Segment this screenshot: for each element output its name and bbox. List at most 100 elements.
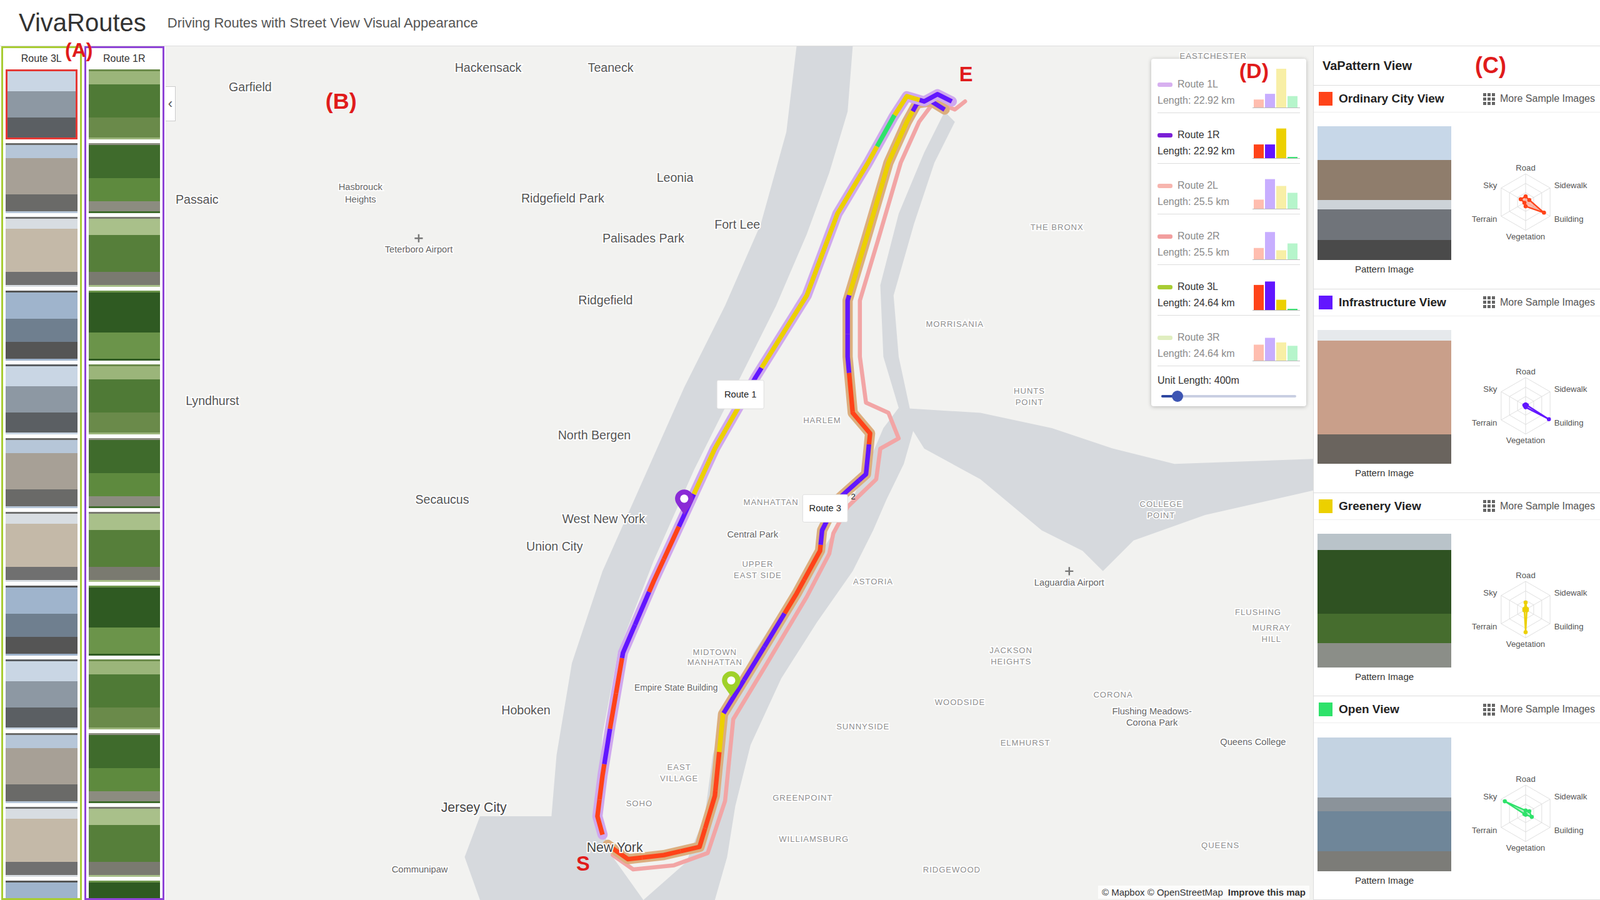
route-segment[interactable] bbox=[894, 96, 920, 115]
street-view-thumbnail[interactable] bbox=[5, 143, 78, 214]
route-segment[interactable] bbox=[784, 579, 804, 614]
more-sample-images-button[interactable]: More Sample Images bbox=[1483, 703, 1595, 716]
route-segment[interactable] bbox=[641, 851, 681, 858]
street-view-thumbnail[interactable] bbox=[5, 585, 78, 656]
route-segment[interactable] bbox=[693, 461, 709, 495]
route-segment[interactable] bbox=[849, 258, 861, 296]
street-view-thumbnail[interactable] bbox=[5, 659, 78, 730]
street-view-thumbnail[interactable] bbox=[88, 438, 161, 509]
street-view-thumbnail[interactable] bbox=[88, 733, 161, 804]
route-segment[interactable] bbox=[871, 183, 883, 221]
improve-map-link[interactable]: Improve this map bbox=[1228, 886, 1306, 898]
route-outline[interactable] bbox=[597, 94, 952, 835]
street-view-thumbnail[interactable] bbox=[88, 806, 161, 877]
route-segment[interactable] bbox=[919, 94, 952, 102]
route-segment[interactable] bbox=[649, 559, 665, 592]
route-label[interactable]: Route 3 bbox=[802, 494, 848, 522]
street-view-thumbnail[interactable] bbox=[5, 290, 78, 361]
route-label[interactable]: Route 1 bbox=[716, 380, 764, 409]
pattern-image[interactable] bbox=[1317, 330, 1452, 464]
street-view-thumbnail[interactable] bbox=[5, 733, 78, 804]
route-image-column: Route 3L bbox=[1, 46, 82, 900]
route-segment[interactable] bbox=[604, 728, 610, 765]
legend-entry[interactable]: Route 2RLength: 25.5 km bbox=[1157, 214, 1300, 265]
route-segment[interactable] bbox=[715, 751, 720, 791]
legend-entry[interactable]: Route 1LLength: 22.92 km bbox=[1157, 62, 1300, 114]
route-outline[interactable] bbox=[607, 101, 945, 859]
street-view-thumbnail[interactable] bbox=[5, 511, 78, 582]
annotation-label: S bbox=[576, 851, 590, 875]
route-segment[interactable] bbox=[761, 337, 780, 369]
street-view-thumbnail[interactable] bbox=[88, 143, 161, 214]
route-label[interactable]: 2 bbox=[851, 491, 856, 502]
map-pin-icon[interactable] bbox=[675, 489, 694, 515]
route-segment[interactable] bbox=[719, 713, 724, 752]
route-segment[interactable] bbox=[610, 693, 617, 729]
street-view-thumbnail[interactable] bbox=[88, 659, 161, 730]
route-segment[interactable] bbox=[859, 146, 878, 178]
pattern-bar bbox=[1265, 144, 1275, 159]
radar-axis-label: Road bbox=[1515, 163, 1536, 174]
route-segment[interactable] bbox=[635, 591, 650, 625]
route-segment[interactable] bbox=[859, 444, 870, 480]
street-view-thumbnail[interactable] bbox=[5, 69, 78, 140]
route-segment[interactable] bbox=[814, 241, 827, 275]
route-segment[interactable] bbox=[840, 177, 859, 209]
map-view[interactable]: GarfieldHackensackTeaneckPassaicHasbrouc… bbox=[165, 46, 1314, 900]
collapse-button[interactable]: ‹ bbox=[165, 86, 176, 122]
legend-entry[interactable]: Route 3LLength: 24.64 km bbox=[1157, 265, 1300, 316]
route-segment[interactable] bbox=[849, 373, 854, 412]
route-segment[interactable] bbox=[826, 208, 841, 242]
street-view-thumbnail[interactable] bbox=[88, 216, 161, 287]
route-segment[interactable] bbox=[708, 430, 726, 462]
route-segment[interactable] bbox=[876, 115, 895, 147]
svg-text:Route 1: Route 1 bbox=[724, 389, 757, 400]
unit-length-slider[interactable] bbox=[1161, 395, 1297, 398]
map-label: West New York bbox=[561, 511, 645, 526]
street-view-thumbnail[interactable] bbox=[5, 438, 78, 509]
route-segment[interactable] bbox=[599, 764, 605, 800]
legend-entry[interactable]: Route 1RLength: 22.92 km bbox=[1157, 113, 1300, 164]
route-segment[interactable] bbox=[882, 146, 896, 184]
route-segment[interactable] bbox=[616, 658, 623, 694]
route-outline[interactable] bbox=[612, 101, 965, 870]
route-segment[interactable] bbox=[780, 306, 800, 338]
pattern-bar bbox=[1287, 243, 1298, 260]
street-view-thumbnail[interactable] bbox=[88, 69, 161, 140]
route-segment[interactable] bbox=[860, 220, 872, 259]
route-segment[interactable] bbox=[852, 411, 870, 445]
route-segment[interactable] bbox=[847, 295, 850, 334]
street-view-thumbnail[interactable] bbox=[5, 216, 78, 287]
street-view-thumbnail[interactable] bbox=[88, 585, 161, 656]
more-sample-images-button[interactable]: More Sample Images bbox=[1483, 93, 1595, 105]
map-pin-icon[interactable] bbox=[721, 671, 740, 697]
street-view-thumbnail[interactable] bbox=[88, 880, 161, 900]
route-segment[interactable] bbox=[804, 545, 821, 580]
slider-handle[interactable] bbox=[1171, 390, 1184, 402]
pattern-image[interactable] bbox=[1317, 533, 1452, 668]
route-segment[interactable] bbox=[705, 790, 715, 829]
route-segment[interactable] bbox=[680, 828, 705, 852]
route-segment[interactable] bbox=[799, 275, 815, 308]
more-sample-images-button[interactable]: More Sample Images bbox=[1483, 500, 1595, 512]
street-view-thumbnail[interactable] bbox=[5, 364, 78, 435]
pattern-image[interactable] bbox=[1317, 126, 1452, 260]
route-segment[interactable] bbox=[663, 526, 679, 560]
pattern-image[interactable] bbox=[1317, 737, 1452, 872]
route-segment[interactable] bbox=[743, 646, 765, 680]
more-sample-images-button[interactable]: More Sample Images bbox=[1483, 296, 1595, 309]
map-canvas[interactable]: GarfieldHackensackTeaneckPassaicHasbrouc… bbox=[165, 46, 1314, 900]
route-segment[interactable] bbox=[621, 625, 635, 659]
street-view-thumbnail[interactable] bbox=[5, 806, 78, 877]
legend-entry[interactable]: Route 3RLength: 24.64 km bbox=[1157, 315, 1300, 367]
street-view-thumbnail[interactable] bbox=[88, 364, 161, 435]
pattern-bar bbox=[1253, 285, 1264, 310]
route-segment[interactable] bbox=[847, 333, 849, 373]
street-view-thumbnail[interactable] bbox=[88, 290, 161, 361]
legend-entry[interactable]: Route 2LLength: 25.5 km bbox=[1157, 163, 1300, 215]
street-view-thumbnail[interactable] bbox=[5, 880, 78, 900]
route-segment[interactable] bbox=[597, 799, 603, 835]
street-view-thumbnail[interactable] bbox=[88, 511, 161, 582]
route-segment[interactable] bbox=[764, 613, 785, 647]
pattern-bar bbox=[1287, 192, 1298, 209]
